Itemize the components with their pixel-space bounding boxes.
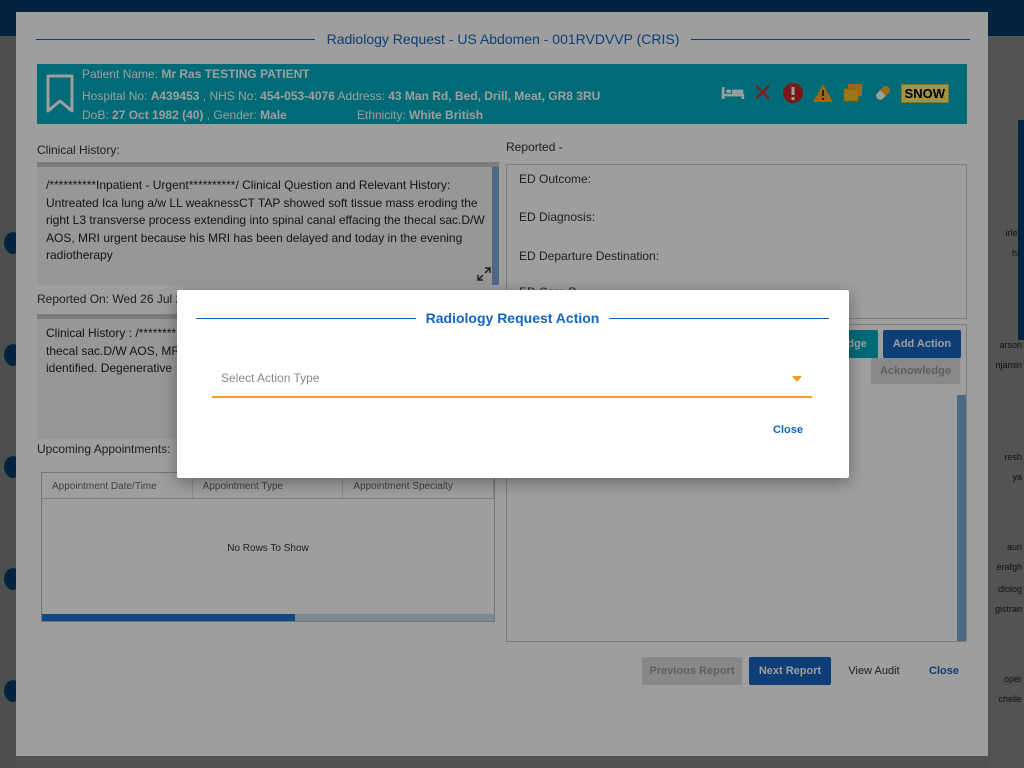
action-type-select[interactable]: Select Action Type xyxy=(212,362,812,398)
dialog-header: Radiology Request Action xyxy=(196,309,829,327)
dialog-title: Radiology Request Action xyxy=(425,310,600,326)
radiology-request-action-dialog: Radiology Request Action Select Action T… xyxy=(177,290,849,478)
chevron-down-icon[interactable] xyxy=(792,376,802,382)
action-type-placeholder: Select Action Type xyxy=(221,371,320,385)
dialog-close-button[interactable]: Close xyxy=(773,424,803,436)
